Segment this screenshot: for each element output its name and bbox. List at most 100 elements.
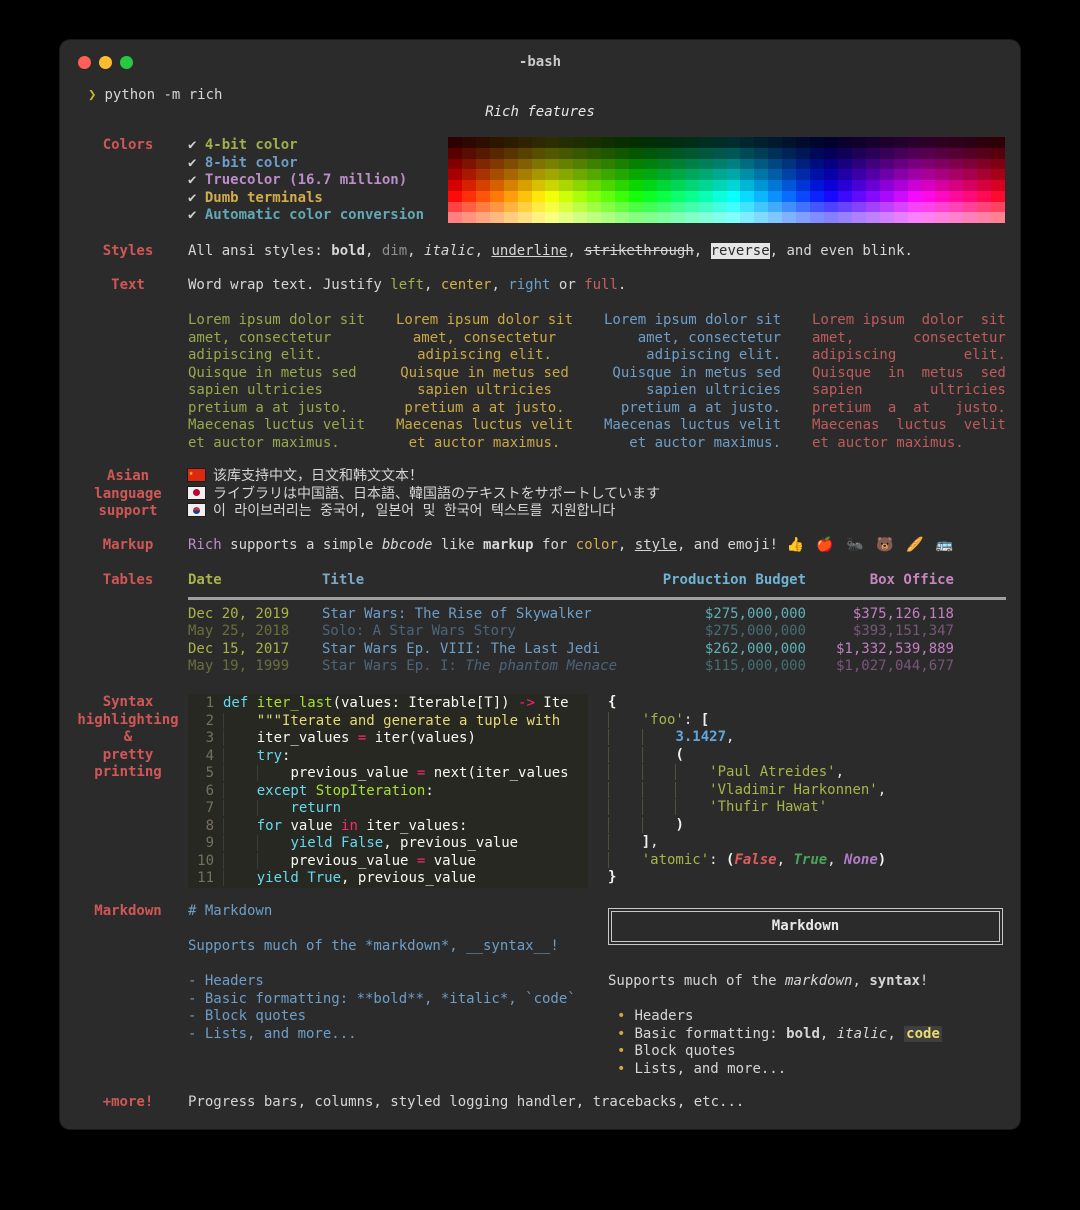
section-label-asian: Asian language support <box>72 468 184 521</box>
text-run <box>223 783 257 799</box>
spectrum-cell <box>671 148 685 159</box>
feature-label: Truecolor (16.7 million) <box>205 172 407 188</box>
spectrum-cell <box>740 202 754 213</box>
text-run: [ <box>701 712 709 728</box>
window-title: -bash <box>60 40 1020 70</box>
spectrum-cell <box>727 212 741 223</box>
spectrum-cell <box>629 169 643 180</box>
spectrum-cell <box>768 159 782 170</box>
lorem-line: adipiscing elit. <box>604 347 781 365</box>
spectrum-cell <box>852 169 866 180</box>
text-run: True <box>793 852 827 868</box>
spectrum-cell <box>671 212 685 223</box>
spectrum-cell <box>963 212 977 223</box>
lorem-line: Quisque in metus sed <box>188 365 365 383</box>
text-run: 'Thufir Hawat' <box>709 799 827 815</box>
markdown-source-line: - Lists, and more... <box>188 1026 598 1044</box>
text-run: -> <box>518 695 535 711</box>
markdown-source-line <box>188 956 598 974</box>
spectrum-cell <box>448 212 462 223</box>
text-run: return <box>290 800 341 816</box>
minimize-button[interactable] <box>99 56 112 69</box>
pretty-print-line: 'foo': [ <box>608 712 1015 730</box>
spectrum-cell <box>894 180 908 191</box>
lorem-line: adipiscing elit. <box>188 347 365 365</box>
text-run: or <box>550 277 584 293</box>
spectrum-cell <box>754 148 768 159</box>
text-run: underline <box>491 243 567 259</box>
markdown-paragraph: Supports much of the markdown, syntax! <box>608 973 1003 991</box>
line-number: 1 <box>188 695 214 713</box>
text-run <box>223 835 257 851</box>
text-run: 'Paul Atreides' <box>709 764 835 780</box>
spectrum-cell <box>573 202 587 213</box>
spectrum-cell <box>615 159 629 170</box>
zoom-button[interactable] <box>120 56 133 69</box>
spectrum-cell <box>740 169 754 180</box>
spectrum-cell <box>921 159 935 170</box>
feature-label: 8-bit color <box>205 155 298 171</box>
spectrum-cell <box>532 191 546 202</box>
spectrum-cell <box>838 137 852 148</box>
spectrum-cell <box>587 169 601 180</box>
bullet-icon: • <box>617 1026 625 1042</box>
spectrum-cell <box>824 169 838 180</box>
spectrum-cell <box>949 202 963 213</box>
spectrum-cell <box>559 180 573 191</box>
spectrum-cell <box>545 169 559 180</box>
spectrum-cell <box>796 159 810 170</box>
spectrum-cell <box>476 137 490 148</box>
spectrum-cell <box>685 191 699 202</box>
code-line: 10 previous_value = value <box>188 853 588 871</box>
spectrum-cell <box>629 212 643 223</box>
text-run: for <box>534 537 576 553</box>
spectrum-cell <box>782 148 796 159</box>
lorem-line: amet, consectetur <box>604 330 781 348</box>
spectrum-cell <box>545 191 559 202</box>
text-run <box>223 818 257 834</box>
spectrum-cell <box>601 159 615 170</box>
spectrum-cell <box>949 212 963 223</box>
table-row: Dec 15, 2017Star Wars Ep. VIII: The Last… <box>188 641 1006 659</box>
table-row: May 19, 1999Star Wars Ep. I: The phantom… <box>188 658 1006 676</box>
text-run: try <box>257 748 282 764</box>
spectrum-cell <box>782 169 796 180</box>
text-run: , <box>820 1026 837 1042</box>
spectrum-cell <box>629 191 643 202</box>
star-wars-table: DateTitleProduction BudgetBox Office Dec… <box>188 572 1006 676</box>
spectrum-cell <box>448 180 462 191</box>
text-run <box>223 853 257 869</box>
spectrum-cell <box>754 169 768 180</box>
text-run: , <box>407 243 424 259</box>
text-run: , <box>836 764 844 780</box>
text-run <box>333 835 341 851</box>
close-button[interactable] <box>78 56 91 69</box>
spectrum-cell <box>880 159 894 170</box>
line-number: 7 <box>188 800 214 818</box>
text-run: , <box>887 1026 904 1042</box>
text-run: strikethrough <box>584 243 694 259</box>
spectrum-cell <box>782 159 796 170</box>
spectrum-cell <box>866 169 880 180</box>
text-run <box>675 764 709 780</box>
text-run <box>608 817 642 833</box>
text-run <box>608 852 642 868</box>
table-row: Dec 20, 2019Star Wars: The Rise of Skywa… <box>188 606 1006 624</box>
spectrum-cell <box>796 202 810 213</box>
text-run: 'atomic' <box>642 852 709 868</box>
title-bar[interactable]: -bash <box>60 40 1020 84</box>
spectrum-cell <box>657 191 671 202</box>
code-line: 8 for value in iter_values: <box>188 818 588 836</box>
spectrum-cell <box>699 159 713 170</box>
spectrum-cell <box>810 202 824 213</box>
text-run: value <box>282 818 341 834</box>
cn-flag-icon <box>188 469 205 481</box>
section-label-colors: Colors <box>72 137 184 155</box>
spectrum-cell <box>838 202 852 213</box>
spectrum-cell <box>601 202 615 213</box>
text-run: markdown <box>785 973 852 989</box>
spectrum-cell <box>573 159 587 170</box>
pretty-print-line: ], <box>608 834 1015 852</box>
spectrum-cell <box>727 180 741 191</box>
spectrum-cell <box>545 212 559 223</box>
